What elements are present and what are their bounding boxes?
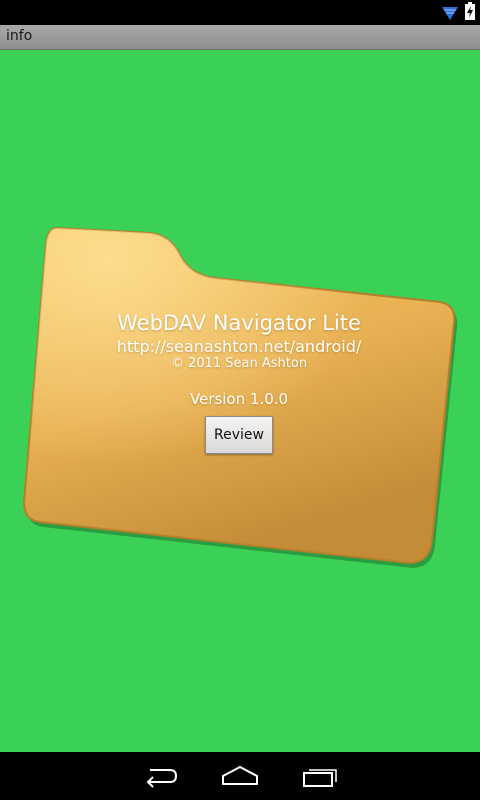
recent-apps-icon[interactable] — [300, 762, 340, 790]
wifi-icon — [442, 7, 458, 20]
title-bar: info — [0, 25, 480, 50]
home-icon[interactable] — [220, 762, 260, 790]
back-icon[interactable] — [140, 762, 180, 790]
copyright-text: © 2011 Sean Ashton — [170, 356, 308, 371]
version-text: Version 1.0.0 — [189, 390, 289, 408]
app-name: WebDAV Navigator Lite — [117, 311, 361, 335]
app-url-link[interactable]: http://seanashton.net/android/ — [0, 337, 478, 356]
navigation-bar — [0, 752, 480, 800]
status-bar — [0, 0, 480, 25]
battery-charging-icon — [465, 2, 475, 20]
window-title: info — [6, 28, 33, 44]
about-screen: WebDAV Navigator Lite http://seanashton.… — [0, 50, 480, 752]
review-button[interactable]: Review — [205, 416, 273, 454]
